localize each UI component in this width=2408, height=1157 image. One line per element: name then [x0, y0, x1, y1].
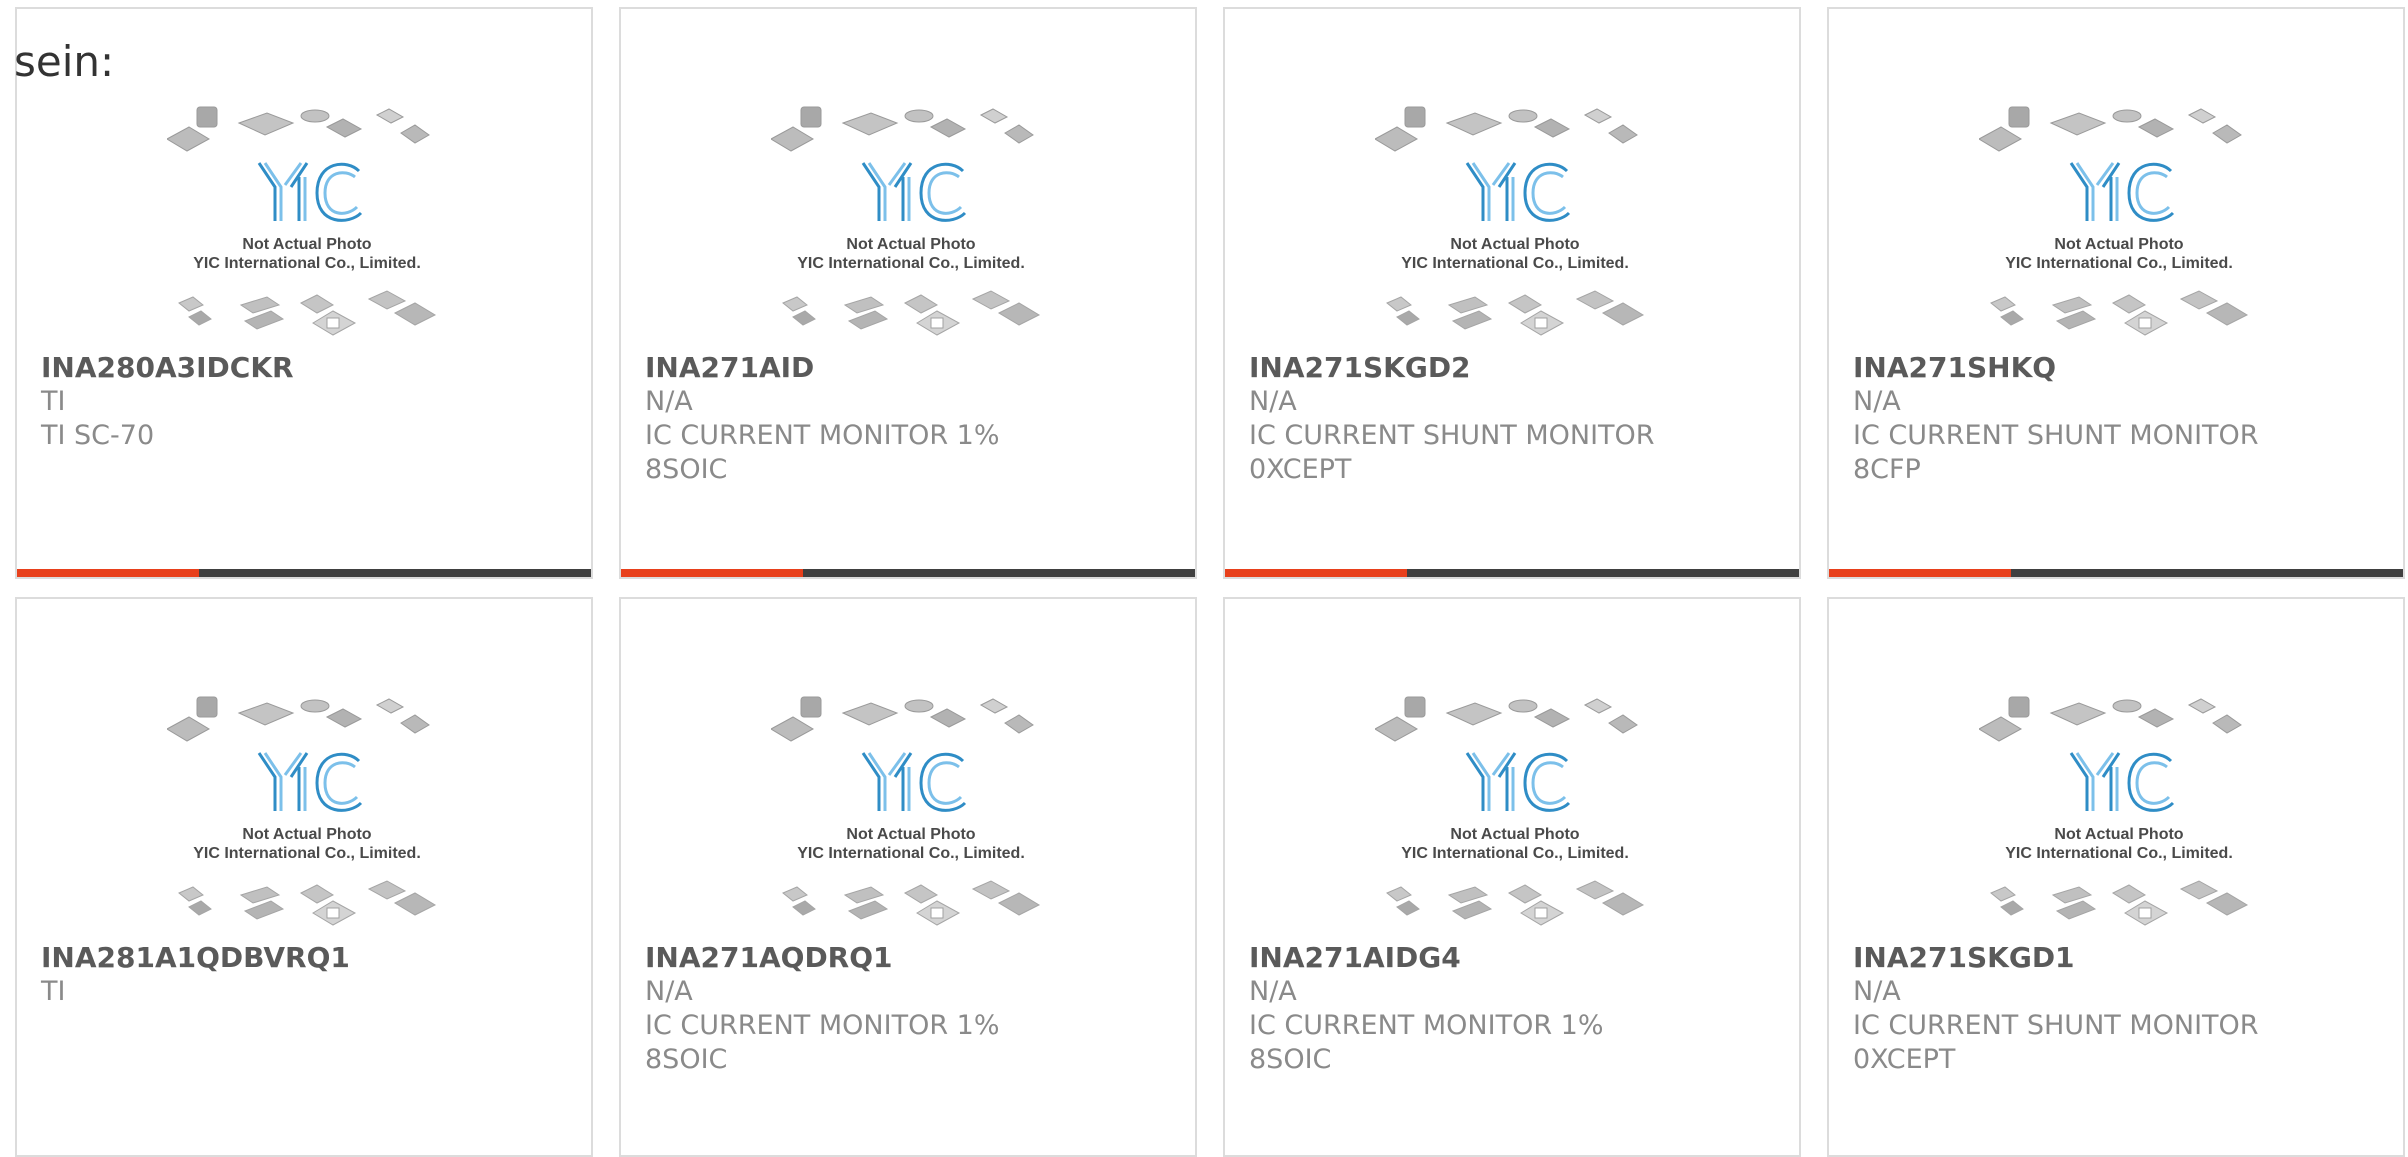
not-actual-photo-image: Not Actual Photo YIC International Co., …	[1979, 696, 2249, 926]
svg-text:Not Actual Photo: Not Actual Photo	[846, 236, 975, 253]
product-image: Not Actual Photo YIC International Co., …	[1375, 689, 1655, 939]
not-actual-photo-image: Not Actual Photo YIC International Co., …	[771, 106, 1041, 336]
svg-text:Not Actual Photo: Not Actual Photo	[1450, 236, 1579, 253]
manufacturer: N/A	[1249, 976, 1297, 1007]
package: 0XCEPT	[1249, 454, 1352, 485]
product-card[interactable]: Not Actual Photo YIC International Co., …	[1827, 7, 2405, 579]
svg-text:Not Actual Photo: Not Actual Photo	[2054, 236, 2183, 253]
part-number[interactable]: INA271AID	[645, 351, 1185, 385]
product-card[interactable]: Not Actual Photo YIC International Co., …	[619, 597, 1197, 1157]
svg-text:Not Actual Photo: Not Actual Photo	[2054, 826, 2183, 843]
svg-text:YIC International Co., Limited: YIC International Co., Limited.	[797, 845, 1025, 862]
product-card[interactable]: Not Actual Photo YIC International Co., …	[15, 597, 593, 1157]
svg-text:Not Actual Photo: Not Actual Photo	[1450, 826, 1579, 843]
not-actual-photo-image: Not Actual Photo YIC International Co., …	[1375, 696, 1645, 926]
description: TI SC-70	[41, 420, 155, 451]
manufacturer: TI	[41, 386, 66, 417]
package: 8SOIC	[1249, 1044, 1332, 1075]
svg-text:Not Actual Photo: Not Actual Photo	[242, 826, 371, 843]
not-actual-photo-image: Not Actual Photo YIC International Co., …	[1979, 106, 2249, 336]
card-accent-bar	[1225, 569, 1407, 577]
manufacturer: N/A	[1853, 976, 1901, 1007]
not-actual-photo-image: Not Actual Photo YIC International Co., …	[167, 106, 437, 336]
package: 8CFP	[1853, 454, 1921, 485]
card-accent-bar	[1829, 569, 2011, 577]
svg-text:YIC International Co., Limited: YIC International Co., Limited.	[1401, 255, 1629, 272]
product-card[interactable]: Not Actual Photo YIC International Co., …	[619, 7, 1197, 579]
part-number[interactable]: INA271SKGD2	[1249, 351, 1789, 385]
card-accent-bar	[621, 569, 803, 577]
part-number[interactable]: INA271SHKQ	[1853, 351, 2393, 385]
product-card[interactable]: Not Actual Photo YIC International Co., …	[1223, 7, 1801, 579]
not-actual-photo-image: Not Actual Photo YIC International Co., …	[1375, 106, 1645, 336]
manufacturer: TI	[41, 976, 66, 1007]
part-number[interactable]: INA271AQDRQ1	[645, 941, 1185, 975]
product-image: Not Actual Photo YIC International Co., …	[1979, 689, 2259, 939]
svg-text:YIC International Co., Limited: YIC International Co., Limited.	[193, 255, 421, 272]
part-number[interactable]: INA281A1QDBVRQ1	[41, 941, 581, 975]
svg-text:YIC International Co., Limited: YIC International Co., Limited.	[193, 845, 421, 862]
description: IC CURRENT MONITOR 1%	[645, 1010, 1000, 1041]
manufacturer: N/A	[1249, 386, 1297, 417]
part-number[interactable]: INA271AIDG4	[1249, 941, 1789, 975]
package: 8SOIC	[645, 1044, 728, 1075]
svg-text:YIC International Co., Limited: YIC International Co., Limited.	[2005, 255, 2233, 272]
description: IC CURRENT SHUNT MONITOR	[1853, 1010, 2259, 1041]
part-number[interactable]: INA280A3IDCKR	[41, 351, 581, 385]
product-card[interactable]: Not Actual Photo YIC International Co., …	[1827, 597, 2405, 1157]
product-card[interactable]: Not Actual Photo YIC International Co., …	[1223, 597, 1801, 1157]
svg-text:Not Actual Photo: Not Actual Photo	[242, 236, 371, 253]
product-card[interactable]: Not Actual Photo YIC International Co., …	[15, 7, 593, 579]
part-number[interactable]: INA271SKGD1	[1853, 941, 2393, 975]
card-bottom-bar	[621, 569, 1195, 577]
manufacturer: N/A	[645, 976, 693, 1007]
product-image: Not Actual Photo YIC International Co., …	[771, 689, 1051, 939]
card-accent-bar	[17, 569, 199, 577]
svg-text:YIC International Co., Limited: YIC International Co., Limited.	[797, 255, 1025, 272]
description: IC CURRENT MONITOR 1%	[1249, 1010, 1604, 1041]
product-image: Not Actual Photo YIC International Co., …	[167, 689, 447, 939]
product-image: Not Actual Photo YIC International Co., …	[1979, 99, 2259, 349]
not-actual-photo-image: Not Actual Photo YIC International Co., …	[167, 696, 437, 926]
intro-text: sein:	[14, 37, 115, 86]
card-bottom-bar	[1225, 569, 1799, 577]
svg-text:Not Actual Photo: Not Actual Photo	[846, 826, 975, 843]
package: 8SOIC	[645, 454, 728, 485]
manufacturer: N/A	[1853, 386, 1901, 417]
svg-text:YIC International Co., Limited: YIC International Co., Limited.	[2005, 845, 2233, 862]
description: IC CURRENT SHUNT MONITOR	[1249, 420, 1655, 451]
description: IC CURRENT SHUNT MONITOR	[1853, 420, 2259, 451]
package: 0XCEPT	[1853, 1044, 1956, 1075]
not-actual-photo-image: Not Actual Photo YIC International Co., …	[771, 696, 1041, 926]
product-image: Not Actual Photo YIC International Co., …	[771, 99, 1051, 349]
product-image: Not Actual Photo YIC International Co., …	[167, 99, 447, 349]
card-bottom-bar	[17, 569, 591, 577]
description: IC CURRENT MONITOR 1%	[645, 420, 1000, 451]
manufacturer: N/A	[645, 386, 693, 417]
card-bottom-bar	[1829, 569, 2403, 577]
product-image: Not Actual Photo YIC International Co., …	[1375, 99, 1655, 349]
svg-text:YIC International Co., Limited: YIC International Co., Limited.	[1401, 845, 1629, 862]
